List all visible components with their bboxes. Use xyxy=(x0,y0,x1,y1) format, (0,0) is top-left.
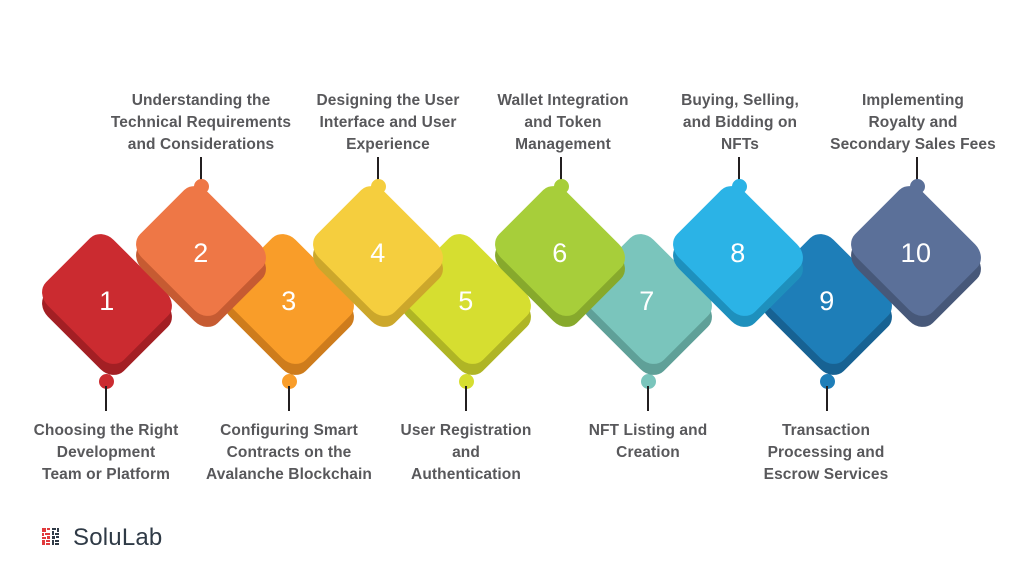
step-label-3: Configuring Smart Contracts on the Avala… xyxy=(206,422,372,483)
solulab-logo[interactable]: SoluLab xyxy=(42,526,162,550)
step-label-6: Wallet Integration and Token Management xyxy=(497,92,629,153)
step-number-10: 10 xyxy=(900,238,932,268)
step-label-7: NFT Listing and Creation xyxy=(588,422,708,461)
step-label-5: User Registration and Authentication xyxy=(400,422,532,483)
step-number-8: 8 xyxy=(730,238,746,268)
step-diamond-4[interactable]: 4 xyxy=(306,179,450,334)
step-diamond-8[interactable]: 8 xyxy=(666,179,810,334)
infographic-canvas: Understanding the Technical Requirements… xyxy=(0,0,1024,576)
step-label-1: Choosing the Right Development Team or P… xyxy=(33,422,179,483)
solulab-wordmark: SoluLab xyxy=(73,524,163,551)
solulab-pixel-mark-icon xyxy=(42,528,59,545)
step-label-8: Buying, Selling, and Bidding on NFTs xyxy=(681,92,799,153)
step-diamond-6[interactable]: 6 xyxy=(488,179,632,334)
connector-stem-7 xyxy=(647,386,649,411)
step-number-4: 4 xyxy=(370,238,386,268)
step-number-6: 6 xyxy=(552,238,568,268)
step-label-4: Designing the User Interface and User Ex… xyxy=(316,92,460,153)
step-diamond-2[interactable]: 2 xyxy=(129,179,273,334)
connector-stem-9 xyxy=(826,386,828,411)
connector-stem-5 xyxy=(465,386,467,411)
connector-stem-1 xyxy=(105,386,107,411)
step-label-2: Understanding the Technical Requirements… xyxy=(110,92,292,153)
step-label-9: Transaction Processing and Escrow Servic… xyxy=(763,422,889,483)
connector-stem-3 xyxy=(288,386,290,411)
step-label-10: Implementing Royalty and Secondary Sales… xyxy=(830,92,996,153)
step-number-2: 2 xyxy=(193,238,209,268)
step-diamond-10[interactable]: 10 xyxy=(844,179,988,334)
